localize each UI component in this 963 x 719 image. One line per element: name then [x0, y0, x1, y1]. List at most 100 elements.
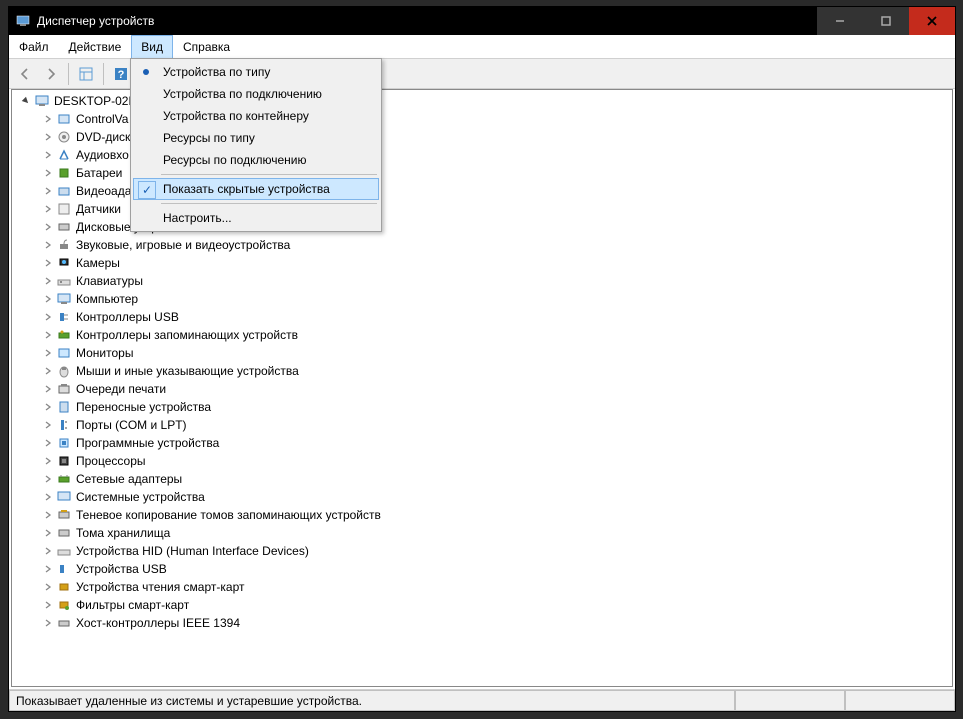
tree-node[interactable]: Тома хранилища — [16, 524, 948, 542]
chevron-right-icon[interactable] — [42, 383, 54, 395]
tree-node-label: Очереди печати — [76, 382, 166, 396]
chevron-right-icon[interactable] — [42, 203, 54, 215]
tree-node[interactable]: Хост-контроллеры IEEE 1394 — [16, 614, 948, 632]
menu-view[interactable]: Вид — [131, 35, 173, 58]
chevron-right-icon[interactable] — [42, 545, 54, 557]
chevron-right-icon[interactable] — [42, 167, 54, 179]
chevron-right-icon[interactable] — [42, 293, 54, 305]
tree-node[interactable]: Звуковые, игровые и видеоустройства — [16, 236, 948, 254]
tree-node[interactable]: Переносные устройства — [16, 398, 948, 416]
device-category-icon — [56, 255, 72, 271]
chevron-right-icon[interactable] — [42, 401, 54, 413]
menu-item-label: Устройства по контейнеру — [163, 109, 309, 123]
tree-node[interactable]: Теневое копирование томов запоминающих у… — [16, 506, 948, 524]
tree-node[interactable]: Устройства HID (Human Interface Devices) — [16, 542, 948, 560]
chevron-right-icon[interactable] — [42, 239, 54, 251]
tree-node[interactable]: Устройства чтения смарт-карт — [16, 578, 948, 596]
device-category-icon — [56, 435, 72, 451]
back-button[interactable] — [13, 62, 37, 86]
menu-item-customize[interactable]: Настроить... — [133, 207, 379, 229]
menu-item-label: Настроить... — [163, 211, 232, 225]
chevron-right-icon[interactable] — [42, 365, 54, 377]
menu-item-devices-by-container[interactable]: Устройства по контейнеру — [133, 105, 379, 127]
svg-text:?: ? — [118, 69, 125, 81]
tree-node[interactable]: Контроллеры USB — [16, 308, 948, 326]
device-category-icon — [56, 237, 72, 253]
device-category-icon — [56, 417, 72, 433]
chevron-right-icon[interactable] — [42, 617, 54, 629]
menu-item-show-hidden-devices[interactable]: ✓ Показать скрытые устройства — [133, 178, 379, 200]
window-title: Диспетчер устройств — [37, 14, 154, 28]
chevron-right-icon[interactable] — [42, 491, 54, 503]
minimize-button[interactable] — [817, 7, 863, 35]
menu-item-devices-by-connection[interactable]: Устройства по подключению — [133, 83, 379, 105]
chevron-right-icon[interactable] — [42, 221, 54, 233]
device-category-icon — [56, 381, 72, 397]
tree-node-label: Батареи — [76, 166, 122, 180]
menu-file[interactable]: Файл — [9, 35, 59, 58]
tree-node[interactable]: Мыши и иные указывающие устройства — [16, 362, 948, 380]
tree-node-label: Хост-контроллеры IEEE 1394 — [76, 616, 240, 630]
device-category-icon — [56, 147, 72, 163]
chevron-right-icon[interactable] — [42, 509, 54, 521]
tree-node[interactable]: Фильтры смарт-карт — [16, 596, 948, 614]
chevron-right-icon[interactable] — [42, 185, 54, 197]
view-dropdown-menu: Устройства по типу Устройства по подключ… — [130, 58, 382, 232]
menu-item-resources-by-type[interactable]: Ресурсы по типу — [133, 127, 379, 149]
device-category-icon — [56, 183, 72, 199]
tree-node-label: Мыши и иные указывающие устройства — [76, 364, 299, 378]
tree-node[interactable]: Сетевые адаптеры — [16, 470, 948, 488]
device-category-icon — [56, 615, 72, 631]
tree-node-label: Звуковые, игровые и видеоустройства — [76, 238, 290, 252]
chevron-right-icon[interactable] — [42, 437, 54, 449]
forward-button[interactable] — [39, 62, 63, 86]
chevron-right-icon[interactable] — [42, 599, 54, 611]
tree-node[interactable]: Системные устройства — [16, 488, 948, 506]
chevron-right-icon[interactable] — [42, 563, 54, 575]
menu-item-resources-by-connection[interactable]: Ресурсы по подключению — [133, 149, 379, 171]
tree-node[interactable]: Очереди печати — [16, 380, 948, 398]
menu-action[interactable]: Действие — [59, 35, 132, 58]
chevron-right-icon[interactable] — [42, 131, 54, 143]
device-category-icon — [56, 129, 72, 145]
tree-node[interactable]: Устройства USB — [16, 560, 948, 578]
menu-help[interactable]: Справка — [173, 35, 240, 58]
chevron-right-icon[interactable] — [42, 311, 54, 323]
tree-node-label: Камеры — [76, 256, 120, 270]
tree-node[interactable]: Контроллеры запоминающих устройств — [16, 326, 948, 344]
tree-node[interactable]: Порты (COM и LPT) — [16, 416, 948, 434]
device-category-icon — [56, 363, 72, 379]
device-category-icon — [56, 525, 72, 541]
statusbar-cell — [735, 690, 845, 711]
tree-node[interactable]: Клавиатуры — [16, 272, 948, 290]
chevron-right-icon[interactable] — [42, 527, 54, 539]
tree-node[interactable]: Программные устройства — [16, 434, 948, 452]
maximize-button[interactable] — [863, 7, 909, 35]
chevron-right-icon[interactable] — [42, 419, 54, 431]
tree-node[interactable]: Компьютер — [16, 290, 948, 308]
tree-node[interactable]: Мониторы — [16, 344, 948, 362]
chevron-right-icon[interactable] — [42, 329, 54, 341]
close-button[interactable] — [909, 7, 955, 35]
tree-node-label: Системные устройства — [76, 490, 205, 504]
tree-node[interactable]: Процессоры — [16, 452, 948, 470]
chevron-right-icon[interactable] — [42, 473, 54, 485]
tree-node-label: Фильтры смарт-карт — [76, 598, 189, 612]
chevron-right-icon[interactable] — [42, 257, 54, 269]
statusbar-text: Показывает удаленные из системы и устаре… — [9, 690, 735, 711]
chevron-right-icon[interactable] — [42, 455, 54, 467]
chevron-right-icon[interactable] — [42, 149, 54, 161]
device-category-icon — [56, 597, 72, 613]
tree-node-label: Компьютер — [76, 292, 138, 306]
chevron-right-icon[interactable] — [42, 113, 54, 125]
tree-node[interactable]: Камеры — [16, 254, 948, 272]
tree-node-label: Устройства USB — [76, 562, 167, 576]
menu-item-devices-by-type[interactable]: Устройства по типу — [133, 61, 379, 83]
chevron-right-icon[interactable] — [42, 347, 54, 359]
chevron-right-icon[interactable] — [42, 275, 54, 287]
expander-icon[interactable] — [20, 95, 32, 107]
chevron-right-icon[interactable] — [42, 581, 54, 593]
tree-node-label: Видеоада — [76, 184, 131, 198]
show-hide-tree-button[interactable] — [74, 62, 98, 86]
tree-node-label: Процессоры — [76, 454, 146, 468]
